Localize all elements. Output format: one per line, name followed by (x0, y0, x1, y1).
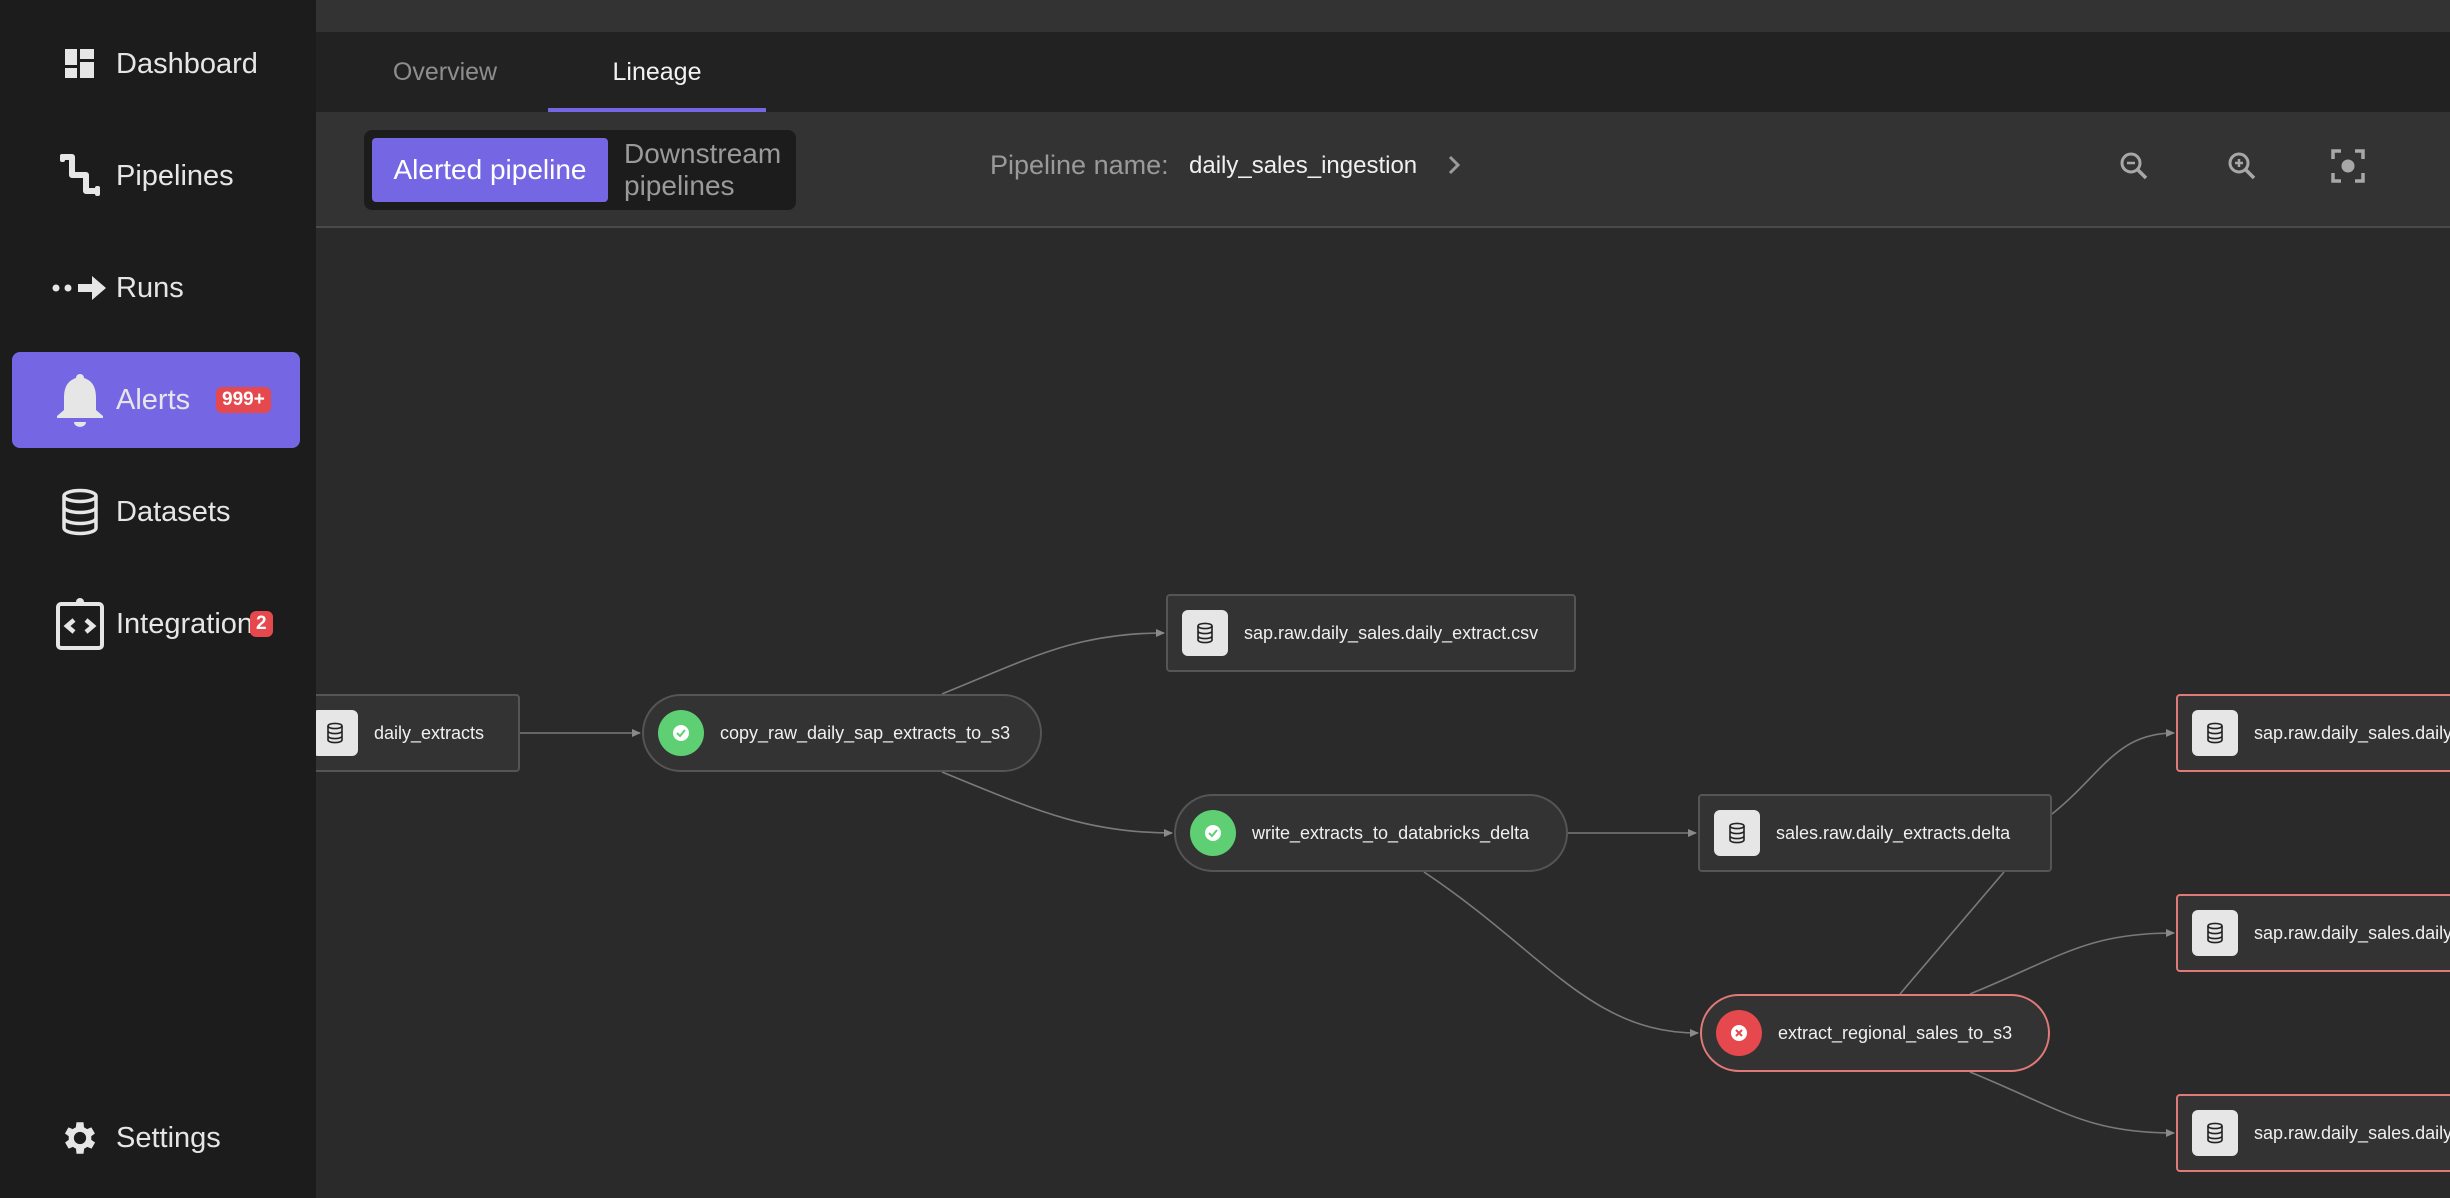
node-label: copy_raw_daily_sap_extracts_to_s3 (720, 722, 1011, 743)
integration-count-badge: 2 (250, 611, 273, 637)
sidebar-item-label: Pipelines (116, 159, 234, 192)
view-mode-toggle: Alerted pipeline Downstream pipelines (364, 130, 796, 210)
database-icon (1714, 810, 1760, 856)
database-icon (1182, 610, 1228, 656)
node-label: sales.raw.daily_extracts.delta (1776, 822, 2011, 843)
lineage-edge (2051, 729, 2175, 815)
top-strip (316, 0, 2450, 32)
sidebar-item-dashboard[interactable]: Dashboard (12, 16, 300, 112)
downstream-pipelines-button[interactable]: Downstream pipelines (624, 138, 796, 202)
tab-overview[interactable]: Overview (360, 32, 530, 112)
sidebar-item-label: Dashboard (116, 47, 258, 80)
dataset-node[interactable]: sales.raw.daily_extracts.delta (1698, 794, 2052, 872)
lineage-edges (520, 629, 2175, 1137)
database-icon (2192, 710, 2238, 756)
sidebar: Dashboard Pipelines Runs Alerts 999+ Dat… (0, 0, 316, 1198)
dashboard-icon (42, 34, 118, 94)
dataset-node[interactable]: sap.raw.daily_sales.daily_ (2176, 694, 2450, 772)
dataset-node[interactable]: daily_extracts (316, 694, 520, 772)
runs-arrow-icon (42, 258, 118, 318)
fit-view-icon (2330, 148, 2366, 189)
database-icon (2192, 910, 2238, 956)
database-icon (42, 482, 118, 542)
node-label: daily_extracts (374, 722, 485, 743)
tabs-bar: Overview Lineage (316, 32, 2450, 112)
lineage-edge (1899, 871, 2005, 995)
sidebar-item-label: Integration (116, 607, 254, 640)
sidebar-item-integration[interactable]: Integration 2 (12, 576, 300, 672)
sidebar-item-label: Datasets (116, 495, 231, 528)
alerted-pipeline-button[interactable]: Alerted pipeline (372, 138, 608, 202)
pipeline-job-node[interactable]: write_extracts_to_databricks_delta (1174, 794, 1568, 872)
bell-icon (42, 370, 118, 430)
lineage-edge (941, 771, 1173, 837)
lineage-edge (1423, 871, 1699, 1037)
sidebar-item-label: Settings (116, 1121, 221, 1154)
database-icon (2192, 1110, 2238, 1156)
error-status-icon (1716, 1010, 1762, 1056)
zoom-out-button[interactable] (2112, 146, 2156, 190)
sidebar-item-runs[interactable]: Runs (12, 240, 300, 336)
pipeline-icon (42, 146, 118, 206)
node-label: sap.raw.daily_sales.daily_ (2254, 922, 2450, 943)
pipeline-job-node[interactable]: extract_regional_sales_to_s3 (1700, 994, 2050, 1072)
alerts-count-badge: 999+ (216, 387, 271, 413)
sidebar-item-label: Runs (116, 271, 184, 304)
gear-icon (42, 1108, 118, 1168)
pipeline-name-link[interactable]: daily_sales_ingestion (1189, 152, 1417, 180)
sidebar-item-label: Alerts (116, 383, 191, 416)
app-root: Dashboard Pipelines Runs Alerts 999+ Dat… (0, 0, 2450, 1198)
sidebar-item-datasets[interactable]: Datasets (12, 464, 300, 560)
dataset-node[interactable]: sap.raw.daily_sales.daily_extract.csv (1166, 594, 1576, 672)
node-label: extract_regional_sales_to_s3 (1778, 1022, 2013, 1043)
database-icon (316, 710, 358, 756)
dataset-node[interactable]: sap.raw.daily_sales.daily_ (2176, 894, 2450, 972)
fit-view-button[interactable] (2326, 146, 2370, 190)
node-label: sap.raw.daily_sales.daily_ (2254, 722, 2450, 743)
node-label: sap.raw.daily_sales.daily_extract.csv (1244, 622, 1539, 643)
zoom-in-icon (2226, 150, 2258, 187)
lineage-edge (941, 629, 1165, 695)
chevron-right-icon[interactable] (1442, 150, 1466, 180)
sidebar-item-settings[interactable]: Settings (12, 1090, 300, 1186)
lineage-canvas[interactable]: daily_extracts copy_raw_daily_sap_extract… (316, 230, 2450, 1198)
node-label: write_extracts_to_databricks_delta (1252, 822, 1530, 843)
zoom-out-icon (2118, 150, 2150, 187)
pipeline-name-label: Pipeline name: (990, 150, 1169, 180)
lineage-edge (1969, 929, 2175, 995)
tab-lineage[interactable]: Lineage (548, 32, 766, 112)
success-status-icon (1190, 810, 1236, 856)
sidebar-item-pipelines[interactable]: Pipelines (12, 128, 300, 224)
node-label: sap.raw.daily_sales.daily_ (2254, 1122, 2450, 1143)
lineage-toolbar: Alerted pipeline Downstream pipelines Pi… (316, 112, 2450, 228)
sidebar-item-alerts[interactable]: Alerts 999+ (12, 352, 300, 448)
dataset-node[interactable]: sap.raw.daily_sales.daily_ (2176, 1094, 2450, 1172)
zoom-in-button[interactable] (2220, 146, 2264, 190)
lineage-edge (1969, 1071, 2175, 1137)
pipeline-job-node[interactable]: copy_raw_daily_sap_extracts_to_s3 (642, 694, 1042, 772)
success-status-icon (658, 710, 704, 756)
integration-code-icon (42, 594, 118, 654)
